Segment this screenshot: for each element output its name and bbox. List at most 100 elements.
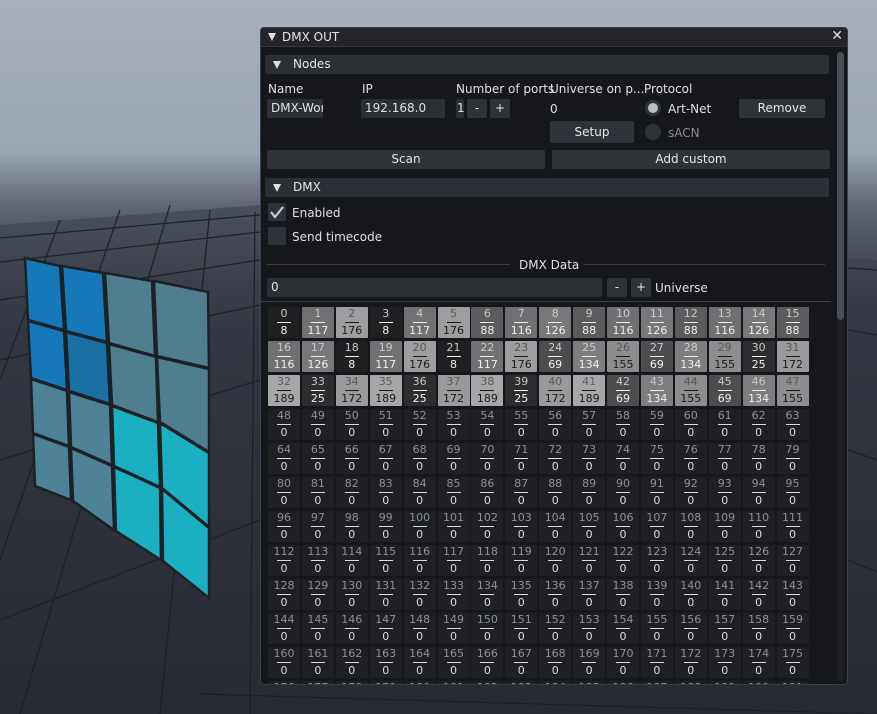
dmx-channel-cell[interactable]: 135 0 xyxy=(505,579,538,610)
dmx-channel-cell[interactable]: 126 0 xyxy=(742,545,775,576)
dmx-channel-cell[interactable]: 76 0 xyxy=(674,443,707,474)
dmx-channel-cell[interactable]: 18 8 xyxy=(335,341,368,372)
dmx-channel-cell[interactable]: 88 0 xyxy=(539,477,572,508)
dmx-channel-cell[interactable]: 109 0 xyxy=(708,511,741,542)
dmx-channel-cell[interactable]: 63 0 xyxy=(776,409,809,440)
dmx-channel-cell[interactable]: 100 0 xyxy=(403,511,436,542)
dmx-channel-cell[interactable]: 136 0 xyxy=(539,579,572,610)
dmx-channel-cell[interactable]: 49 0 xyxy=(301,409,334,440)
dmx-channel-cell[interactable]: 21 8 xyxy=(437,341,470,372)
dmx-channel-cell[interactable]: 165 0 xyxy=(437,647,470,678)
dmx-channel-cell[interactable]: 26 155 xyxy=(607,341,639,372)
dmx-channel-cell[interactable]: 166 0 xyxy=(471,647,504,678)
dmx-channel-cell[interactable]: 98 0 xyxy=(335,511,368,542)
dmx-channel-cell[interactable]: 149 0 xyxy=(437,613,470,644)
dmx-channel-cell[interactable]: 30 25 xyxy=(742,341,775,372)
dmx-channel-cell[interactable]: 60 0 xyxy=(674,409,707,440)
dmx-channel-cell[interactable]: 154 0 xyxy=(607,613,639,644)
dmx-channel-cell[interactable]: 1 117 xyxy=(301,307,334,338)
dmx-channel-cell[interactable]: 87 0 xyxy=(505,477,538,508)
dmx-channel-cell[interactable]: 1800 xyxy=(403,681,436,684)
dmx-channel-cell[interactable]: 33 25 xyxy=(301,375,334,406)
dmx-channel-cell[interactable]: 86 0 xyxy=(471,477,504,508)
dmx-channel-cell[interactable]: 97 0 xyxy=(301,511,334,542)
dmx-channel-cell[interactable]: 138 0 xyxy=(607,579,639,610)
dmx-channel-cell[interactable]: 1900 xyxy=(742,681,775,684)
dmx-channel-cell[interactable]: 80 0 xyxy=(268,477,300,508)
dmx-channel-cell[interactable]: 4 117 xyxy=(403,307,436,338)
dmx-channel-cell[interactable]: 1850 xyxy=(573,681,606,684)
dmx-channel-cell[interactable]: 12 88 xyxy=(674,307,707,338)
dmx-channel-cell[interactable]: 20 176 xyxy=(403,341,436,372)
dmx-channel-cell[interactable]: 96 0 xyxy=(268,511,300,542)
scan-button[interactable]: Scan xyxy=(267,150,545,169)
dmx-channel-cell[interactable]: 64 0 xyxy=(268,443,300,474)
node-name-input[interactable]: DMX-Wor xyxy=(267,99,323,118)
dmx-channel-cell[interactable]: 161 0 xyxy=(301,647,334,678)
dmx-channel-cell[interactable]: 44 155 xyxy=(674,375,707,406)
dmx-channel-cell[interactable]: 77 0 xyxy=(708,443,741,474)
dmx-channel-cell[interactable]: 38 xyxy=(369,307,402,338)
dmx-channel-cell[interactable]: 128 0 xyxy=(268,579,300,610)
dmx-channel-cell[interactable]: 29 155 xyxy=(708,341,741,372)
dmx-channel-cell[interactable]: 167 0 xyxy=(505,647,538,678)
dmx-out-window[interactable]: DMX OUT ✕ Nodes Name IP Number of ports … xyxy=(260,27,848,685)
send-timecode-checkbox[interactable] xyxy=(268,227,286,245)
node-ip-input[interactable]: 192.168.0 xyxy=(361,99,445,118)
dmx-channel-cell[interactable]: 1820 xyxy=(471,681,504,684)
dmx-channel-cell[interactable]: 84 0 xyxy=(403,477,436,508)
dmx-channel-cell[interactable]: 1780 xyxy=(335,681,368,684)
dmx-channel-cell[interactable]: 152 0 xyxy=(539,613,572,644)
dmx-channel-cell[interactable]: 160 0 xyxy=(268,647,300,678)
dmx-channel-cell[interactable]: 67 0 xyxy=(369,443,402,474)
dmx-channel-cell[interactable]: 133 0 xyxy=(437,579,470,610)
dmx-channel-cell[interactable]: 153 0 xyxy=(573,613,606,644)
dmx-channel-cell[interactable]: 170 0 xyxy=(607,647,639,678)
dmx-channel-cell[interactable]: 71 0 xyxy=(505,443,538,474)
dmx-channel-cell[interactable]: 148 0 xyxy=(403,613,436,644)
dmx-channel-cell[interactable]: 93 0 xyxy=(708,477,741,508)
dmx-channel-cell[interactable]: 6 88 xyxy=(471,307,504,338)
dmx-channel-cell[interactable]: 158 0 xyxy=(742,613,775,644)
enabled-checkbox[interactable] xyxy=(268,203,286,221)
dmx-channel-cell[interactable]: 32 189 xyxy=(268,375,300,406)
dmx-channel-cell[interactable]: 94 0 xyxy=(742,477,775,508)
dmx-channel-cell[interactable]: 156 0 xyxy=(674,613,707,644)
dmx-channel-cell[interactable]: 137 0 xyxy=(573,579,606,610)
dmx-channel-cell[interactable]: 1760 xyxy=(268,681,300,684)
dmx-channel-cell[interactable]: 95 0 xyxy=(776,477,809,508)
dmx-channel-cell[interactable]: 175 0 xyxy=(776,647,809,678)
dmx-channel-cell[interactable]: 14 126 xyxy=(742,307,775,338)
dmx-channel-cell[interactable]: 85 0 xyxy=(437,477,470,508)
dmx-channel-cell[interactable]: 13 116 xyxy=(708,307,741,338)
dmx-channel-cell[interactable]: 91 0 xyxy=(640,477,673,508)
dmx-channel-cell[interactable]: 142 0 xyxy=(742,579,775,610)
dmx-channel-cell[interactable]: 174 0 xyxy=(742,647,775,678)
dmx-channel-cell[interactable]: 99 0 xyxy=(369,511,402,542)
dmx-channel-cell[interactable]: 104 0 xyxy=(539,511,572,542)
dmx-channel-cell[interactable]: 163 0 xyxy=(369,647,402,678)
dmx-channel-cell[interactable]: 108 0 xyxy=(674,511,707,542)
dmx-channel-cell[interactable]: 75 0 xyxy=(640,443,673,474)
dmx-channel-cell[interactable]: 1770 xyxy=(301,681,334,684)
dmx-channel-cell[interactable]: 102 0 xyxy=(471,511,504,542)
dmx-channel-cell[interactable]: 106 0 xyxy=(607,511,639,542)
dmx-channel-cell[interactable]: 61 0 xyxy=(708,409,741,440)
dmx-channel-cell[interactable]: 51 0 xyxy=(369,409,402,440)
dmx-channel-cell[interactable]: 1870 xyxy=(640,681,673,684)
dmx-channel-cell[interactable]: 115 0 xyxy=(369,545,402,576)
dmx-channel-cell[interactable]: 83 0 xyxy=(369,477,402,508)
window-titlebar[interactable]: DMX OUT ✕ xyxy=(261,28,847,47)
dmx-channel-cell[interactable]: 46 134 xyxy=(742,375,775,406)
dmx-channel-cell[interactable]: 124 0 xyxy=(674,545,707,576)
dmx-channel-cell[interactable]: 1790 xyxy=(369,681,402,684)
dmx-channel-cell[interactable]: 22 117 xyxy=(471,341,504,372)
dmx-channel-cell[interactable]: 130 0 xyxy=(335,579,368,610)
dmx-channel-cell[interactable]: 39 25 xyxy=(505,375,538,406)
dmx-channel-cell[interactable]: 140 0 xyxy=(674,579,707,610)
dmx-channel-cell[interactable]: 103 0 xyxy=(505,511,538,542)
dmx-channel-cell[interactable]: 125 0 xyxy=(708,545,741,576)
dmx-channel-cell[interactable]: 81 0 xyxy=(301,477,334,508)
dmx-channel-cell[interactable]: 56 0 xyxy=(539,409,572,440)
vertical-scrollbar-thumb[interactable] xyxy=(837,52,844,320)
